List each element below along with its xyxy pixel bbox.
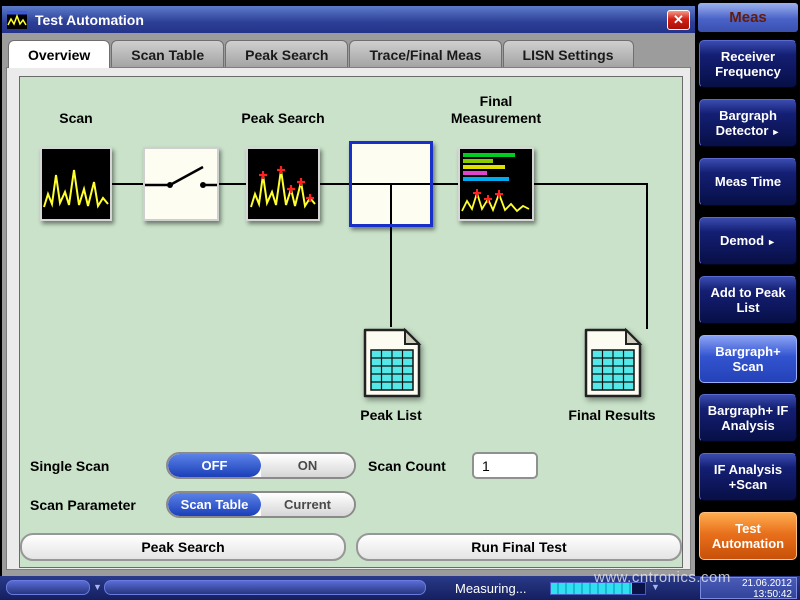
tab-overview[interactable]: Overview: [8, 40, 110, 68]
scan-parameter-label: Scan Parameter: [30, 497, 136, 513]
window-title: Test Automation: [35, 12, 144, 28]
single-scan-toggle: OFF ON: [166, 452, 356, 479]
single-scan-on-option[interactable]: ON: [261, 454, 354, 477]
softkey-label: Bargraph Detector: [716, 108, 777, 138]
connector-line: [534, 183, 648, 185]
softkey-label: Receiver Frequency: [715, 49, 781, 79]
connector-line-vertical: [390, 227, 392, 327]
tab-bar: Overview Scan Table Peak Search Trace/Fi…: [8, 40, 635, 68]
submenu-arrow-icon: ►: [767, 237, 776, 247]
status-text: Measuring...: [455, 581, 527, 596]
junction-box-selected[interactable]: [349, 141, 433, 227]
softkey-receiver-frequency[interactable]: Receiver Frequency: [699, 40, 797, 88]
close-icon[interactable]: ✕: [667, 10, 690, 30]
test-automation-dialog: Test Automation ✕ Overview Scan Table Pe…: [0, 0, 697, 576]
softkey-test-automation[interactable]: Test Automation: [699, 512, 797, 560]
switch-icon[interactable]: [143, 147, 219, 221]
softkey-label: IF Analysis +Scan: [714, 462, 782, 492]
dialog-body: Overview Scan Table Peak Search Trace/Fi…: [2, 33, 695, 576]
menu-header: Meas: [698, 3, 798, 32]
connector-line: [433, 183, 458, 185]
tab-peak-search[interactable]: Peak Search: [225, 40, 348, 68]
dropdown-arrow-icon[interactable]: ▼: [93, 582, 102, 592]
title-bar: Test Automation ✕: [2, 6, 695, 33]
status-segment-middle[interactable]: [104, 580, 426, 595]
scan-parameter-current-option[interactable]: Current: [261, 493, 354, 516]
scan-block-label: Scan: [36, 110, 116, 126]
single-scan-label: Single Scan: [30, 458, 109, 474]
scan-count-label: Scan Count: [368, 458, 446, 474]
tab-scan-table[interactable]: Scan Table: [111, 40, 224, 68]
scan-parameter-scan-table-option[interactable]: Scan Table: [168, 493, 261, 516]
scan-parameter-toggle: Scan Table Current: [166, 491, 356, 518]
connector-line: [112, 183, 143, 185]
final-results-document-icon[interactable]: [575, 327, 649, 399]
single-scan-off-option[interactable]: OFF: [168, 454, 261, 477]
connector-line: [219, 183, 246, 185]
softkey-label: Demod: [720, 233, 764, 248]
final-results-block-label: Final Results: [542, 407, 682, 423]
submenu-arrow-icon: ►: [771, 127, 780, 137]
softkey-demod[interactable]: Demod►: [699, 217, 797, 265]
overview-tab-page: Scan Peak Search Final Measurement Peak …: [6, 67, 691, 570]
status-segment-left[interactable]: [6, 580, 90, 595]
connector-line: [320, 183, 349, 185]
flow-diagram-panel: Scan Peak Search Final Measurement Peak …: [19, 76, 683, 568]
final-measurement-trace-icon[interactable]: [458, 147, 534, 221]
final-measurement-block-label: Final Measurement: [426, 93, 566, 127]
softkey-label: Add to Peak List: [710, 285, 785, 315]
tab-trace-final-meas[interactable]: Trace/Final Meas: [349, 40, 501, 68]
peak-list-document-icon[interactable]: [354, 327, 428, 399]
peak-search-trace-icon[interactable]: [246, 147, 320, 221]
peak-list-block-label: Peak List: [331, 407, 451, 423]
peak-search-block-label: Peak Search: [223, 110, 343, 126]
connector-line-vertical: [646, 183, 648, 329]
app-spectrum-icon: [7, 11, 27, 29]
softkey-bargraph-scan[interactable]: Bargraph+ Scan: [699, 335, 797, 383]
tab-lisn-settings[interactable]: LISN Settings: [503, 40, 634, 68]
softkey-label: Bargraph+ IF Analysis: [708, 403, 789, 433]
softkey-add-to-peak-list[interactable]: Add to Peak List: [699, 276, 797, 324]
softkey-if-analysis-scan[interactable]: IF Analysis +Scan: [699, 453, 797, 501]
softkey-bargraph-if-analysis[interactable]: Bargraph+ IF Analysis: [699, 394, 797, 442]
softkey-label: Bargraph+ Scan: [715, 344, 780, 374]
time-text: 13:50:42: [701, 590, 792, 600]
scan-count-input[interactable]: [472, 452, 538, 479]
watermark-text: www.cntronics.com: [594, 569, 731, 586]
scan-trace-icon[interactable]: [40, 147, 112, 221]
run-final-test-button[interactable]: Run Final Test: [356, 533, 682, 561]
softkey-label: Test Automation: [712, 521, 784, 551]
softkey-label: Meas Time: [715, 174, 781, 189]
softkey-menu: Meas Receiver Frequency Bargraph Detecto…: [697, 0, 800, 600]
softkey-meas-time[interactable]: Meas Time: [699, 158, 797, 206]
softkey-bargraph-detector[interactable]: Bargraph Detector►: [699, 99, 797, 147]
peak-search-button[interactable]: Peak Search: [20, 533, 346, 561]
